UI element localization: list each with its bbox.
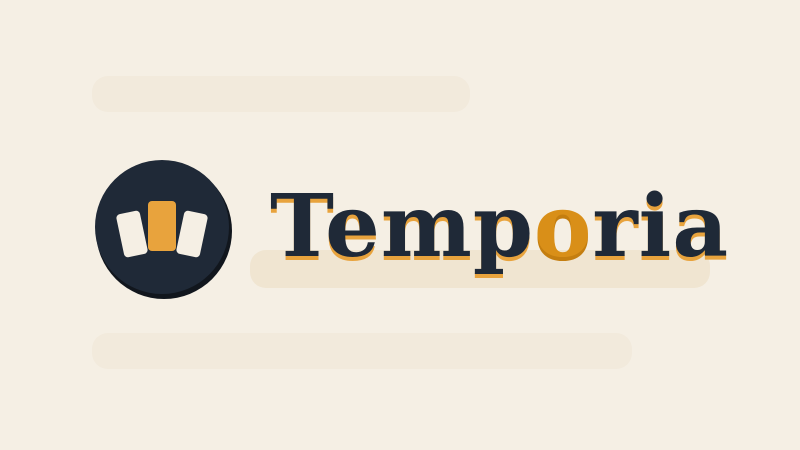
- background-bar-top: [92, 76, 470, 112]
- wordmark-start: Temp: [270, 176, 534, 277]
- wordmark-end: ria: [592, 176, 730, 277]
- cards-icon: [92, 156, 236, 300]
- logo-banner: Temporia: [0, 0, 800, 450]
- brand-wordmark: Temporia: [270, 172, 729, 282]
- background-bar-bottom: [92, 333, 632, 369]
- wordmark-accent-letter: o: [533, 176, 593, 277]
